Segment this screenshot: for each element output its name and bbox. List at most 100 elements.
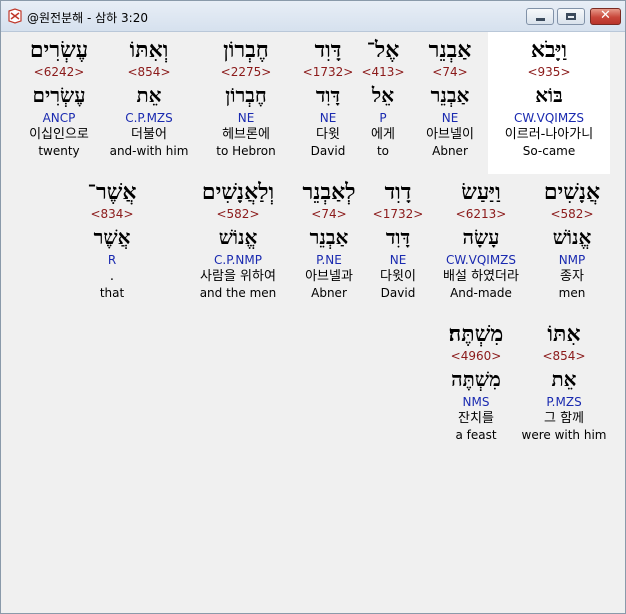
strong-number[interactable]: <1732> — [370, 206, 426, 222]
word-block[interactable]: וַיָּבֹא <935> בּוֹא CW.VQIMZS 이르러-나아가니 … — [488, 32, 610, 174]
word-block[interactable]: אִתּוֹ <854> אֵת P.MZS 그 함께 were with hi… — [518, 316, 610, 458]
english-gloss: Abner — [311, 286, 347, 300]
hebrew-word: אֲנָשִׁים — [543, 179, 601, 205]
hebrew-word: אַבְנֵר — [428, 37, 472, 63]
korean-gloss: 아브넬이 — [426, 127, 474, 142]
korean-gloss: 이십인으로 — [29, 127, 89, 142]
english-gloss: David — [380, 286, 416, 300]
english-gloss: twenty — [38, 144, 80, 158]
lemma-word: בּוֹא — [535, 83, 563, 107]
maximize-button[interactable] — [557, 8, 585, 25]
english-gloss: that — [99, 286, 125, 300]
window-title: @원전분해 - 삼하 3:20 — [27, 11, 148, 25]
word-block[interactable]: אֲשֶׁר־ <834> אֲשֶׁר R . that — [74, 174, 150, 316]
word-block[interactable]: אֲנָשִׁים <582> אֱנוֹשׁ NMP 종자 men — [532, 174, 612, 316]
strong-number[interactable]: <6242> — [14, 64, 104, 80]
word-block[interactable]: לְאַבְנֵר <74> אַבְנֵר P.NE 아브넬과 Abner — [292, 174, 366, 316]
english-gloss: Abner — [432, 144, 468, 158]
hebrew-word: דָוִד — [384, 179, 412, 205]
korean-gloss: 사람을 위하여 — [200, 269, 276, 284]
lemma-word: דָּוִד — [315, 83, 341, 107]
morph-code[interactable]: ANCP — [14, 110, 104, 126]
strong-number[interactable]: <854> — [518, 348, 610, 364]
word-block[interactable]: וַיַּעַשׂ <6213> עָשָׂה CW.VQIMZS 배설 하였더… — [432, 174, 530, 316]
strong-number[interactable]: <582> — [532, 206, 612, 222]
korean-gloss: 잔치를 — [458, 411, 494, 426]
hebrew-word: אִתּוֹ — [547, 321, 581, 347]
strong-number[interactable]: <413> — [354, 64, 412, 80]
strong-number[interactable]: <935> — [488, 64, 610, 80]
morph-code[interactable]: CW.VQIMZS — [432, 252, 530, 268]
lemma-word: אֵת — [551, 367, 577, 391]
morph-code[interactable]: P.MZS — [518, 394, 610, 410]
morph-code[interactable]: NE — [370, 252, 426, 268]
strong-number[interactable]: <582> — [188, 206, 288, 222]
word-block[interactable]: עֶשְׂרִים <6242> עֶשְׂרִים ANCP 이십인으로 tw… — [14, 32, 104, 174]
english-gloss: men — [558, 286, 586, 300]
lemma-word: עָשָׂה — [462, 225, 500, 249]
lemma-word: דָּוִד — [385, 225, 411, 249]
morph-code[interactable]: P — [354, 110, 412, 126]
hebrew-word: לְאַבְנֵר — [302, 179, 356, 205]
korean-gloss: 다윗이 — [380, 269, 416, 284]
english-gloss: So-came — [522, 144, 576, 158]
hebrew-word: אֶל־ — [366, 37, 400, 63]
strong-number[interactable]: <854> — [104, 64, 194, 80]
korean-gloss: 이르러-나아가니 — [504, 127, 594, 142]
strong-number[interactable]: <74> — [410, 64, 490, 80]
minimize-button[interactable] — [526, 8, 554, 25]
lemma-word: עֶשְׂרִים — [32, 83, 86, 107]
strong-number[interactable]: <74> — [292, 206, 366, 222]
english-gloss: David — [310, 144, 346, 158]
morph-code[interactable]: NE — [298, 110, 358, 126]
hebrew-word: חֶבְרוֹן — [223, 37, 269, 63]
morph-code[interactable]: NMP — [532, 252, 612, 268]
hebrew-word: אֲשֶׁר־ — [87, 179, 137, 205]
morph-code[interactable]: P.NE — [292, 252, 366, 268]
word-block[interactable]: אֶל־ <413> אֵל P 에게 to — [354, 32, 412, 174]
lemma-word: אֵל — [371, 83, 395, 107]
morph-code[interactable]: C.P.NMP — [188, 252, 288, 268]
word-block[interactable]: אַבְנֵר <74> אַבְנֵר NE 아브넬이 Abner — [410, 32, 490, 174]
word-block[interactable]: וְאִתּוֹ <854> אֵת C.P.MZS 더불어 and-with … — [104, 32, 194, 174]
lemma-word: אֱנוֹשׁ — [552, 225, 592, 249]
close-button[interactable]: ✕ — [590, 8, 621, 25]
word-block[interactable]: דָוִד <1732> דָּוִד NE 다윗이 David — [370, 174, 426, 316]
english-gloss: And-made — [450, 286, 512, 300]
lemma-word: אַבְנֵר — [430, 83, 470, 107]
word-block[interactable]: דָּוִד <1732> דָּוִד NE 다윗 David — [298, 32, 358, 174]
hebrew-word: וְלַאֲנָשִׁים — [201, 179, 275, 205]
korean-gloss: 종자 — [560, 269, 584, 284]
english-gloss: a feast — [455, 428, 497, 442]
word-block[interactable]: מִשְׁתֶּה׃ <4960> מִשְׁתֶּה NMS 잔치를 a fe… — [438, 316, 514, 458]
hebrew-word: מִשְׁתֶּה׃ — [448, 321, 504, 347]
hebrew-word: וַיָּבֹא — [530, 37, 568, 63]
strong-number[interactable]: <4960> — [438, 348, 514, 364]
lemma-word: אַבְנֵר — [309, 225, 349, 249]
strong-number[interactable]: <6213> — [432, 206, 530, 222]
word-block[interactable]: חֶבְרוֹן <2275> חֶבְרוֹן NE 헤브론에 to Hebr… — [198, 32, 294, 174]
strong-number[interactable]: <834> — [74, 206, 150, 222]
lemma-word: אֱנוֹשׁ — [218, 225, 258, 249]
morph-code[interactable]: R — [74, 252, 150, 268]
app-icon[interactable] — [7, 8, 23, 24]
korean-gloss: . — [109, 269, 115, 284]
morph-code[interactable]: NMS — [438, 394, 514, 410]
morph-code[interactable]: NE — [198, 110, 294, 126]
korean-gloss: 헤브론에 — [222, 127, 270, 142]
korean-gloss: 아브넬과 — [305, 269, 353, 284]
korean-gloss: 다윗 — [316, 127, 340, 142]
strong-number[interactable]: <1732> — [298, 64, 358, 80]
title-bar[interactable]: @원전분해 - 삼하 3:20 ✕ — [1, 1, 625, 32]
strong-number[interactable]: <2275> — [198, 64, 294, 80]
hebrew-word: וְאִתּוֹ — [129, 37, 169, 63]
interlinear-area: וַיָּבֹא <935> בּוֹא CW.VQIMZS 이르러-나아가니 … — [2, 32, 624, 612]
english-gloss: and the men — [199, 286, 277, 300]
morph-code[interactable]: C.P.MZS — [104, 110, 194, 126]
korean-gloss: 에게 — [371, 127, 395, 142]
morph-code[interactable]: NE — [410, 110, 490, 126]
english-gloss: were with him — [521, 428, 607, 442]
morph-code[interactable]: CW.VQIMZS — [488, 110, 610, 126]
word-block[interactable]: וְלַאֲנָשִׁים <582> אֱנוֹשׁ C.P.NMP 사람을 … — [188, 174, 288, 316]
app-window: @원전분해 - 삼하 3:20 ✕ וַיָּבֹא <935> בּוֹא C… — [0, 0, 626, 614]
